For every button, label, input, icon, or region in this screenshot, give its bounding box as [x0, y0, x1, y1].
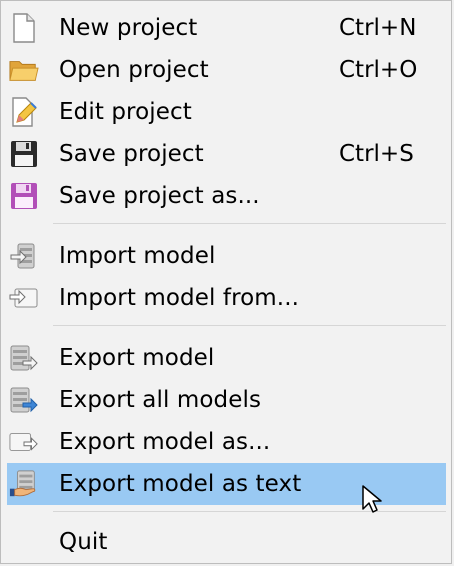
menu-item-label: New project: [59, 15, 198, 41]
file-menu: New project Ctrl+N Open project Ctrl+O E…: [0, 0, 452, 564]
menu-separator: [53, 511, 446, 512]
shortcut-label: Ctrl+N: [339, 15, 417, 41]
menu-item-export-model[interactable]: Export model: [7, 337, 446, 379]
menu-item-label: Import model: [59, 243, 216, 269]
menu-item-label: Quit: [59, 529, 108, 555]
menu-item-label: Edit project: [59, 99, 192, 125]
menu-item-save-project[interactable]: Save project Ctrl+S: [7, 133, 446, 175]
shortcut-label: Ctrl+O: [339, 57, 418, 83]
menu-item-export-model-as[interactable]: Export model as...: [7, 421, 446, 463]
menu-item-edit-project[interactable]: Edit project: [7, 91, 446, 133]
menu-item-save-project-as[interactable]: Save project as...: [7, 175, 446, 217]
menu-item-label: Export model as...: [59, 429, 271, 455]
open-folder-icon: [9, 55, 39, 85]
menu-separator: [53, 223, 446, 224]
menu-item-new-project[interactable]: New project Ctrl+N: [7, 7, 446, 49]
menu-item-open-project[interactable]: Open project Ctrl+O: [7, 49, 446, 91]
menu-item-import-model-from[interactable]: Import model from...: [7, 277, 446, 319]
menu-item-label: Import model from...: [59, 285, 300, 311]
save-icon: [9, 139, 39, 169]
mouse-cursor-icon: [362, 485, 382, 513]
export-as-icon: [9, 427, 39, 457]
import-from-icon: [9, 283, 39, 313]
menu-item-label: Open project: [59, 57, 209, 83]
export-all-icon: [9, 385, 39, 415]
shortcut-label: Ctrl+S: [339, 141, 414, 167]
menu-item-import-model[interactable]: Import model: [7, 235, 446, 277]
menu-item-export-all-models[interactable]: Export all models: [7, 379, 446, 421]
menu-item-label: Export model: [59, 345, 215, 371]
export-text-icon: [9, 469, 39, 499]
menu-item-label: Save project as...: [59, 183, 260, 209]
new-file-icon: [9, 13, 39, 43]
menu-item-label: Save project: [59, 141, 204, 167]
save-as-icon: [9, 181, 39, 211]
import-icon: [9, 241, 39, 271]
menu-item-label: Export model as text: [59, 471, 302, 497]
menu-item-quit[interactable]: Quit: [7, 521, 446, 563]
menu-separator: [53, 325, 446, 326]
export-icon: [9, 343, 39, 373]
menu-item-label: Export all models: [59, 387, 262, 413]
edit-file-icon: [9, 97, 39, 127]
